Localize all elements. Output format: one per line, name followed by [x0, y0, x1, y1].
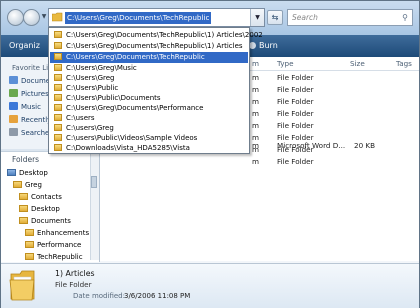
tree-item-enhancements[interactable]: Enhancements — [25, 228, 89, 239]
folder-icon — [54, 94, 62, 101]
contacts-folder-icon — [19, 193, 28, 200]
explorer-window: ▼ C:\Users\Greg\Documents\TechRepublic ▼… — [0, 0, 420, 308]
search-input[interactable]: Search ⚲ — [287, 9, 413, 26]
tree-scrollbar-thumb[interactable] — [91, 176, 97, 188]
organize-button[interactable]: Organiz — [9, 40, 40, 52]
documents-icon — [9, 76, 18, 84]
recent-pages-chevron-icon[interactable]: ▼ — [40, 13, 48, 21]
folder-icon — [25, 241, 34, 248]
tree-item-contacts[interactable]: Contacts — [19, 192, 62, 203]
folder-icon — [52, 12, 63, 22]
favorite-link-pictures[interactable]: Pictures — [9, 88, 49, 100]
address-history-dropdown: C:\Users\Greg\Documents\TechRepublic\1) … — [48, 27, 263, 154]
tree-scrollbar[interactable] — [90, 152, 99, 260]
address-dropdown-chevron-icon[interactable]: ▼ — [250, 9, 264, 26]
tree-item-desktop-sub[interactable]: Desktop — [19, 204, 60, 215]
column-header-tags[interactable]: Tags — [396, 59, 412, 69]
folder-icon — [54, 104, 62, 111]
folder-icon — [19, 205, 28, 212]
burn-button[interactable]: Burn — [259, 40, 278, 52]
desktop-icon — [7, 169, 16, 176]
favorite-link-searches[interactable]: Searche — [9, 127, 49, 139]
folder-icon — [54, 124, 62, 131]
folder-icon — [25, 253, 34, 260]
recent-icon — [9, 115, 18, 123]
searches-icon — [9, 128, 18, 136]
details-pane: 1) Articles File Folder Date modified: 3… — [1, 263, 419, 308]
details-item-type: File Folder — [55, 280, 92, 289]
search-placeholder: Search — [292, 13, 318, 22]
folder-icon — [25, 229, 34, 236]
favorite-links-heading: Favorite Lin — [12, 64, 53, 72]
folder-icon — [9, 270, 35, 301]
address-history-item[interactable]: C:\Users\Greg\Documents\TechRepublic\1) … — [50, 30, 263, 41]
folder-icon — [54, 144, 62, 151]
folder-icon — [54, 134, 62, 141]
address-path-text[interactable]: C:\Users\Greg\Documents\TechRepublic — [65, 12, 212, 24]
folder-icon — [54, 64, 62, 71]
tree-item-greg[interactable]: Greg — [13, 180, 42, 191]
details-date-modified-label: Date modified: — [73, 292, 125, 300]
folder-icon — [54, 53, 62, 60]
details-date-modified-value: 3/6/2006 11:08 PM — [124, 292, 191, 300]
column-header-type[interactable]: Type — [277, 59, 294, 69]
details-item-name: 1) Articles — [55, 269, 95, 278]
user-folder-icon — [13, 181, 22, 188]
back-button[interactable] — [7, 9, 24, 26]
tree-item-techrepublic[interactable]: TechRepublic — [25, 252, 83, 263]
address-history-item[interactable]: C:\Downloads\Vista_HDA5285\Vista — [50, 143, 248, 154]
folders-tree-pane: Folders Desktop Greg Contacts Desktop Do… — [1, 151, 100, 262]
tree-item-documents[interactable]: Documents — [19, 216, 71, 227]
search-icon[interactable]: ⚲ — [402, 13, 408, 22]
folder-icon — [54, 84, 62, 91]
favorite-link-music[interactable]: Music — [9, 101, 41, 113]
folder-icon — [54, 31, 62, 38]
refresh-button[interactable]: ⇆ — [267, 10, 283, 25]
folder-icon — [54, 114, 62, 121]
forward-button[interactable] — [23, 9, 40, 26]
pictures-icon — [9, 89, 18, 97]
favorite-link-recently-changed[interactable]: Recently — [9, 114, 51, 126]
address-bar[interactable]: C:\Users\Greg\Documents\TechRepublic ▼ — [48, 8, 265, 27]
column-header-size[interactable]: Size — [350, 59, 365, 69]
folder-icon — [19, 217, 28, 224]
address-history-item[interactable]: C:\Users\Greg\Documents\TechRepublic\1) … — [50, 41, 248, 52]
music-icon — [9, 102, 18, 110]
folder-icon — [54, 74, 62, 81]
column-header-date-modified[interactable]: m — [252, 59, 259, 69]
folders-heading[interactable]: Folders — [12, 155, 39, 165]
address-history-item-selected[interactable]: C:\Users\Greg\Documents\TechRepublic — [50, 52, 248, 63]
folder-icon — [54, 42, 62, 49]
tree-item-performance[interactable]: Performance — [25, 240, 81, 251]
tree-item-desktop[interactable]: Desktop — [7, 168, 48, 179]
burn-icon — [249, 42, 256, 49]
